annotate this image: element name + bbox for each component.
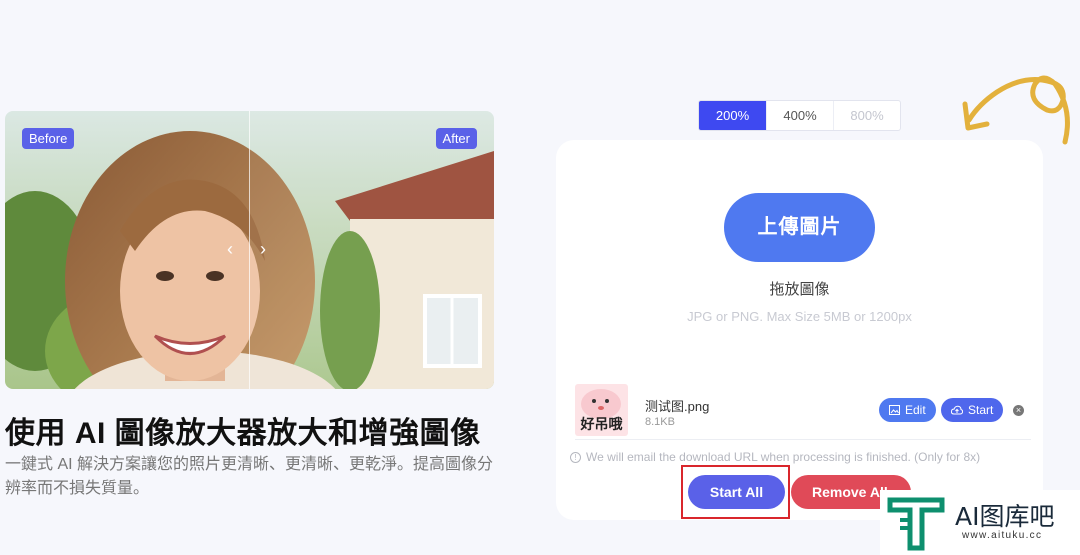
edit-button-label: Edit [905, 403, 926, 417]
scale-option-400[interactable]: 400% [766, 101, 833, 130]
start-button[interactable]: Start [941, 398, 1004, 422]
upload-limits-text: JPG or PNG. Max Size 5MB or 1200px [687, 309, 912, 324]
close-icon[interactable]: × [1013, 405, 1024, 416]
scale-option-200[interactable]: 200% [699, 101, 766, 130]
before-after-preview[interactable]: Before After ‹ › [5, 111, 494, 389]
thumbnail-caption: 好吊哦 [580, 417, 623, 433]
start-button-label: Start [968, 403, 994, 417]
watermark-title: AI图库吧 [955, 502, 1055, 531]
upload-card: 上傳圖片 拖放圖像 JPG or PNG. Max Size 5MB or 12… [556, 140, 1043, 520]
watermark-url: www.aituku.cc [962, 530, 1043, 541]
watermark-logo-icon [887, 497, 945, 551]
file-thumbnail: 好吊哦 [575, 384, 628, 436]
email-notice-text: We will email the download URL when proc… [586, 450, 981, 464]
file-size: 8.1KB [645, 416, 675, 428]
drop-zone-text: 拖放圖像 [769, 281, 830, 298]
squiggle-arrow-icon [962, 75, 1070, 145]
chevron-right-icon[interactable]: › [260, 240, 266, 258]
scale-option-800[interactable]: 800% [833, 101, 900, 130]
file-name: 测试图.png [645, 399, 710, 414]
page-description: 一鍵式 AI 解決方案讓您的照片更清晰、更清晰、更乾淨。提高圖像分辨率而不損失質… [5, 456, 494, 497]
email-notice: ! We will email the download URL when pr… [570, 450, 980, 464]
highlight-box [681, 465, 790, 519]
watermark: AI图库吧 www.aituku.cc [880, 490, 1080, 555]
image-edit-icon [889, 405, 900, 415]
edit-button[interactable]: Edit [879, 398, 936, 422]
upload-image-button[interactable]: 上傳圖片 [724, 193, 875, 262]
scale-selector: 200% 400% 800% [698, 100, 901, 131]
after-label: After [435, 128, 477, 149]
cloud-upload-icon [951, 405, 963, 415]
compare-slider-handle[interactable] [249, 111, 250, 389]
page-title: 使用 AI 圖像放大器放大和增強圖像 [5, 417, 481, 450]
chevron-left-icon[interactable]: ‹ [227, 240, 233, 258]
file-list-item: 好吊哦 测试图.png 8.1KB Edit Start × [575, 384, 1031, 440]
info-icon: ! [570, 451, 581, 463]
before-label: Before [22, 128, 75, 149]
